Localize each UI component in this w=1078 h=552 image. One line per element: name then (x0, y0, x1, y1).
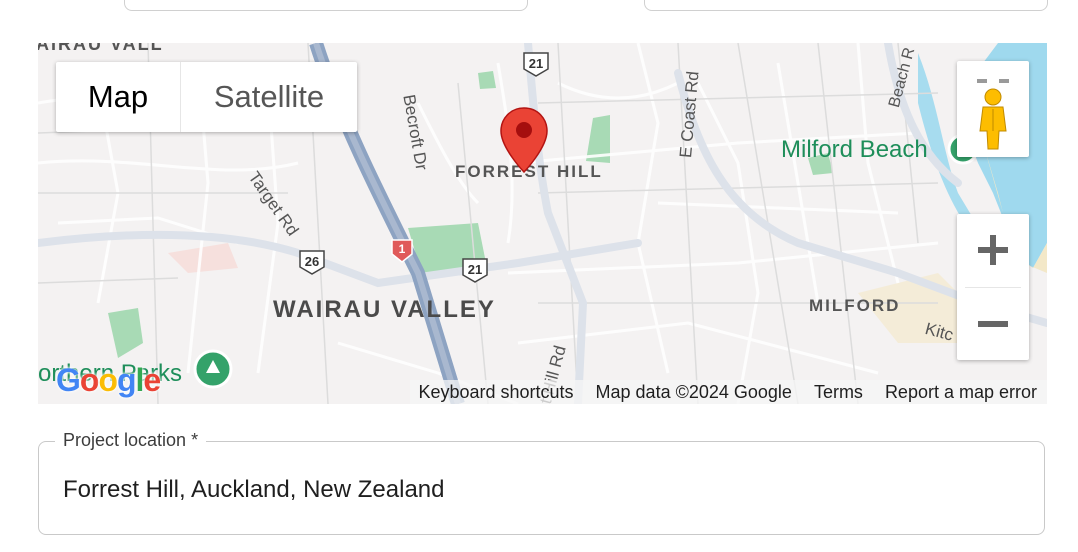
label-wairau-valley: WAIRAU VALLEY (273, 296, 496, 323)
location-marker-icon[interactable] (499, 106, 549, 174)
plus-icon (978, 235, 1008, 265)
street-view-pegman[interactable] (957, 61, 1029, 157)
route-shield-26: 26 (299, 250, 325, 275)
route-shield-21-mid: 21 (462, 258, 488, 283)
top-left-field[interactable] (124, 0, 528, 11)
svg-text:21: 21 (529, 56, 543, 71)
park-poi-icon[interactable] (192, 349, 234, 395)
map-view[interactable]: AIRAU VALL WAIRAU VALLEY FORREST HILL MI… (38, 43, 1047, 404)
route-shield-21-top: 21 (523, 52, 549, 77)
svg-text:26: 26 (305, 254, 319, 269)
map-attribution-bar: Keyboard shortcuts Map data ©2024 Google… (410, 380, 1047, 404)
pegman-icon (977, 79, 1009, 150)
terms-link[interactable]: Terms (814, 382, 863, 403)
map-type-satellite-button[interactable]: Satellite (181, 62, 357, 132)
zoom-control (957, 214, 1029, 360)
minus-icon (978, 321, 1008, 327)
svg-text:21: 21 (468, 262, 482, 277)
zoom-in-button[interactable] (957, 214, 1029, 286)
google-logo: Google (56, 362, 161, 398)
label-top-left: AIRAU VALL (38, 43, 164, 54)
map-type-map-button[interactable]: Map (56, 62, 180, 132)
label-milford-beach: Milford Beach (781, 136, 928, 163)
map-data-text: Map data ©2024 Google (595, 381, 792, 402)
project-location-label: Project location * (55, 430, 207, 451)
top-right-field[interactable] (644, 0, 1048, 11)
zoom-out-button[interactable] (957, 288, 1029, 360)
label-milford: MILFORD (809, 296, 901, 315)
route-shield-1: 1 (391, 239, 413, 263)
svg-text:1: 1 (399, 242, 406, 256)
project-location-field[interactable]: Project location * Forrest Hill, Aucklan… (38, 430, 1045, 535)
keyboard-shortcuts-link[interactable]: Keyboard shortcuts (418, 382, 573, 403)
project-location-value[interactable]: Forrest Hill, Auckland, New Zealand (63, 476, 445, 504)
map-type-control: Map Satellite (56, 62, 357, 132)
report-map-error-link[interactable]: Report a map error (885, 382, 1037, 403)
